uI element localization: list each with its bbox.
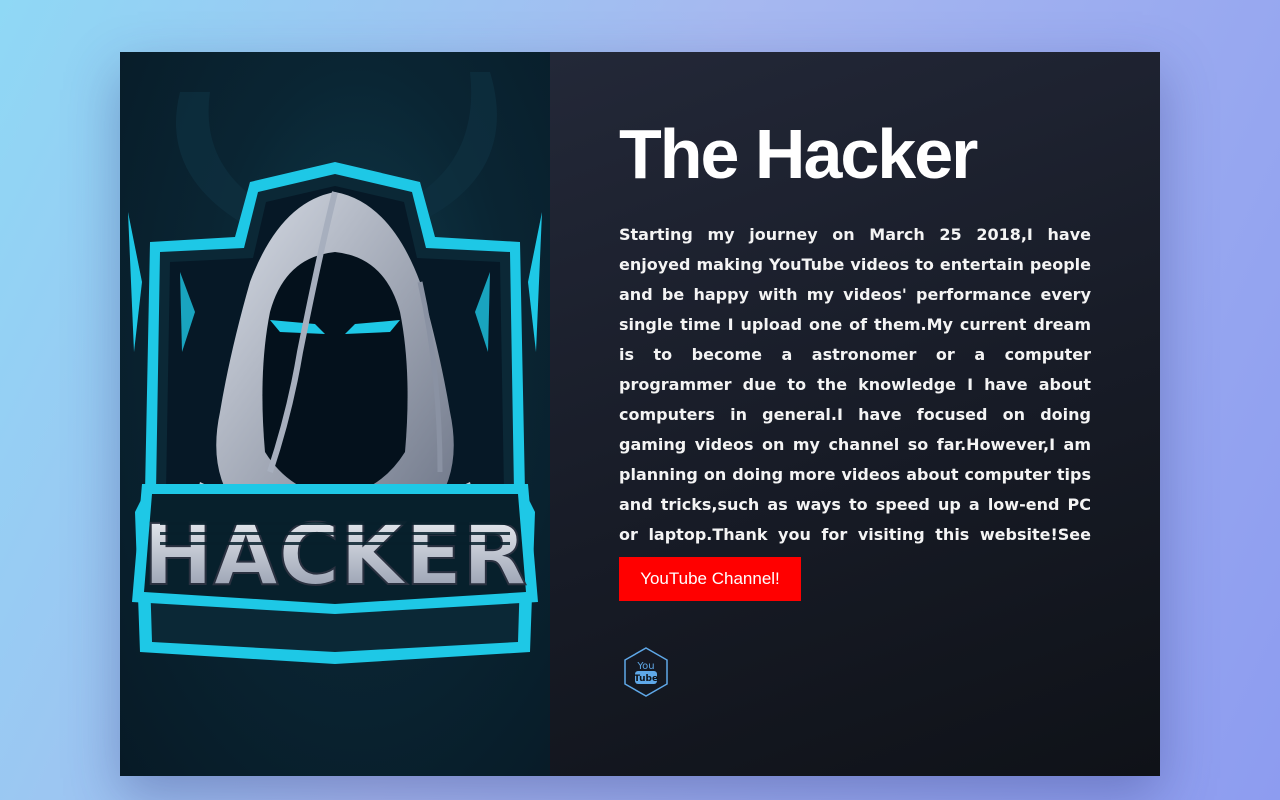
profile-card: HACKER The Hacker Starting my journey on…	[120, 52, 1160, 776]
youtube-icon[interactable]: You Tube	[622, 646, 670, 698]
hacker-logo-panel: HACKER	[120, 52, 550, 776]
logo-text: HACKER	[143, 506, 527, 604]
hacker-logo: HACKER	[128, 72, 542, 664]
bio-text: Starting my journey on March 25 2018,I h…	[619, 225, 1091, 574]
page-title: The Hacker	[619, 115, 978, 193]
profile-content: The Hacker Starting my journey on March …	[550, 52, 1160, 776]
youtube-icon-text-bottom: Tube	[634, 674, 658, 684]
youtube-channel-button[interactable]: YouTube Channel!	[619, 557, 801, 601]
youtube-icon-text-top: You	[636, 661, 654, 672]
